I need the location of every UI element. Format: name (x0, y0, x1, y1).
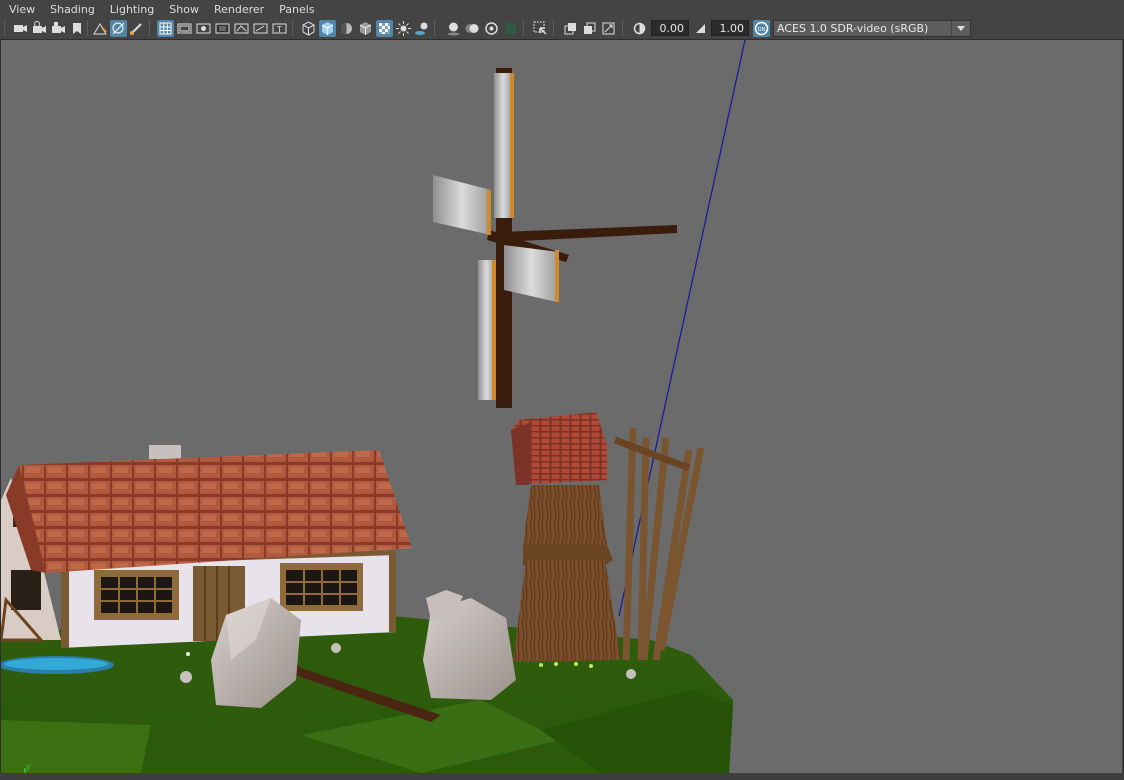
default-lighting-icon[interactable] (338, 20, 355, 37)
two-d-pan-zoom-icon[interactable] (92, 20, 109, 37)
shadows-icon[interactable] (414, 20, 431, 37)
sculpt-icon[interactable] (128, 20, 145, 37)
toolbar-separator (523, 21, 526, 36)
grease-pencil-icon[interactable] (110, 20, 127, 37)
smooth-shade-icon[interactable] (319, 20, 336, 37)
panel-bottom-edge (0, 773, 1124, 780)
chimney (149, 445, 181, 459)
windmill (433, 68, 705, 662)
anti-aliasing-icon[interactable] (483, 20, 500, 37)
menu-shading[interactable]: Shading (44, 0, 101, 19)
scene-render (1, 40, 746, 773)
color-space-dropdown[interactable]: ACES 1.0 SDR-video (sRGB) (773, 20, 971, 37)
wireframe-on-shaded-icon[interactable] (357, 20, 374, 37)
backface-culling-icon[interactable] (600, 20, 617, 37)
svg-text:T: T (276, 25, 282, 34)
grid-icon[interactable] (157, 20, 174, 37)
house (1, 445, 412, 648)
film-gate-icon[interactable] (176, 20, 193, 37)
xray-joints-icon[interactable] (562, 20, 579, 37)
toolbar-separator (292, 21, 295, 36)
menu-show[interactable]: Show (163, 0, 205, 19)
axis-y-label: y (26, 762, 31, 771)
field-chart-icon[interactable] (233, 20, 250, 37)
image-plane-icon[interactable] (69, 20, 86, 37)
color-space-label: ACES 1.0 SDR-video (sRGB) (777, 22, 929, 35)
gate-mask-icon[interactable] (214, 20, 231, 37)
toolbar-separator (4, 21, 7, 36)
chevron-down-icon[interactable] (951, 21, 970, 36)
screen-space-ao-icon[interactable] (445, 20, 462, 37)
resolution-gate-icon[interactable] (195, 20, 212, 37)
depth-of-field-icon[interactable] (502, 20, 519, 37)
gamma-field[interactable]: 1.00 (711, 20, 749, 36)
toolbar-separator (149, 21, 152, 36)
axis-gizmo: y x z (9, 762, 35, 773)
camera-attributes-icon[interactable] (31, 20, 48, 37)
motion-blur-icon[interactable] (464, 20, 481, 37)
sail-left (433, 175, 491, 235)
exposure-field[interactable]: 0.00 (651, 20, 689, 36)
sail-top (494, 73, 512, 218)
toolbar-separator (87, 21, 90, 36)
safe-title-icon[interactable]: T (271, 20, 288, 37)
color-management-icon[interactable]: ON (753, 20, 770, 37)
safe-action-icon[interactable] (252, 20, 269, 37)
exposure-icon[interactable] (631, 20, 648, 37)
xray-icon[interactable] (376, 20, 393, 37)
toolbar-separator (553, 21, 556, 36)
svg-text:ON: ON (758, 27, 766, 33)
xray-active-components-icon[interactable] (581, 20, 598, 37)
viewport-menubar: View Shading Lighting Show Renderer Pane… (0, 0, 1124, 19)
use-all-lights-icon[interactable] (395, 20, 412, 37)
isolate-select-icon[interactable] (532, 20, 549, 37)
menu-panels[interactable]: Panels (273, 0, 320, 19)
3d-viewport[interactable]: y x z (1, 40, 1122, 773)
select-camera-icon[interactable] (12, 20, 29, 37)
panel-toolbar: T 0.00 1.00 ON ACES 1.0 SDR-video (sRGB) (0, 19, 1124, 40)
menu-renderer[interactable]: Renderer (208, 0, 270, 19)
sail-right (504, 245, 559, 302)
menu-view[interactable]: View (3, 0, 41, 19)
wireframe-icon[interactable] (300, 20, 317, 37)
toolbar-separator (622, 21, 625, 36)
bookmarks-icon[interactable] (50, 20, 67, 37)
toolbar-separator (434, 21, 437, 36)
gamma-icon[interactable] (692, 20, 709, 37)
menu-lighting[interactable]: Lighting (104, 0, 160, 19)
